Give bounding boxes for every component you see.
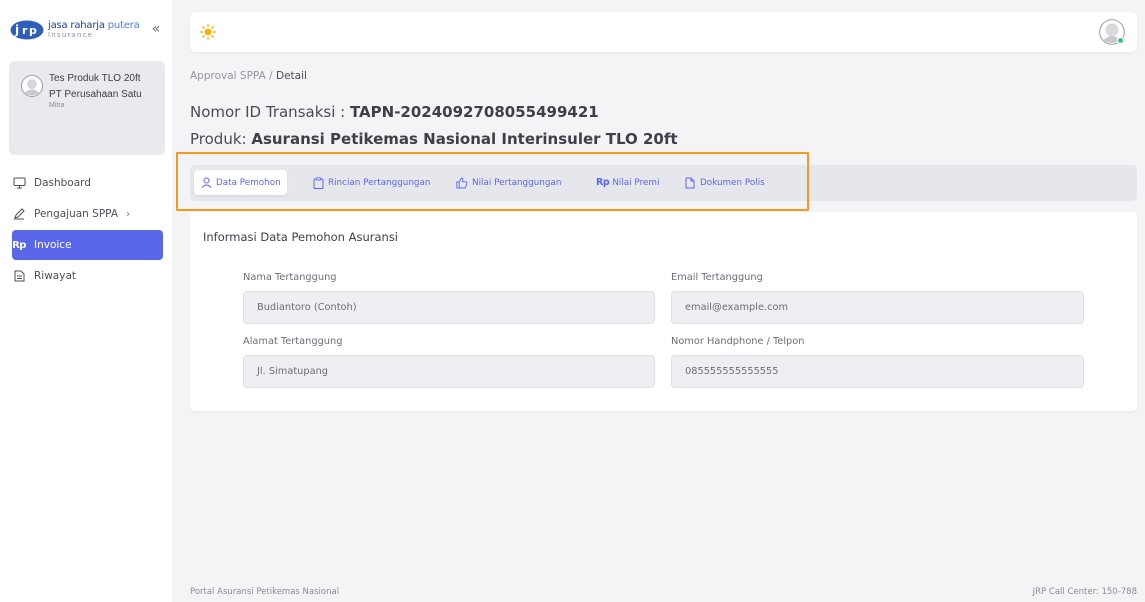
- pencil-icon: [12, 207, 26, 221]
- tab-nilai-pertanggungan[interactable]: Nilai Pertanggungan: [450, 170, 567, 195]
- svg-text:j: j: [14, 23, 19, 37]
- sidebar-collapse-button[interactable]: «: [147, 22, 165, 38]
- tab-nilai-premi[interactable]: Rp Nilai Premi: [590, 170, 665, 195]
- brand-subtitle: Insurance: [48, 31, 94, 39]
- breadcrumb-current: Detail: [276, 70, 307, 82]
- thumbs-up-icon: [456, 177, 468, 189]
- transaction-id-heading: Nomor ID Transaksi : TAPN-20240927080554…: [190, 103, 599, 121]
- sidebar-item-label: Dashboard: [34, 177, 91, 189]
- brand-name: jasa raharja putera: [48, 20, 140, 31]
- product-heading: Produk: Asuransi Petikemas Nasional Inte…: [190, 130, 678, 148]
- sidebar-item-label: Invoice: [34, 239, 72, 251]
- sidebar-item-label: Riwayat: [34, 270, 76, 282]
- product-value: Asuransi Petikemas Nasional Interinsuler…: [251, 130, 678, 148]
- avatar-icon: [21, 75, 43, 97]
- user-avatar-icon[interactable]: [1099, 19, 1125, 45]
- profile-card: Tes Produk TLO 20ft PT Perusahaan Satu M…: [9, 61, 165, 155]
- footer-call-center: JRP Call Center: 150-788: [1032, 587, 1137, 597]
- applicant-info-card: Informasi Data Pemohon Asuransi Nama Ter…: [190, 212, 1137, 411]
- footer-portal-name: Portal Asuransi Petikemas Nasional: [190, 587, 340, 597]
- top-header: [190, 12, 1137, 52]
- rupiah-icon: Rp: [596, 177, 610, 188]
- sun-icon[interactable]: [200, 24, 216, 40]
- document-icon: [12, 269, 26, 283]
- svg-text:r: r: [22, 24, 28, 37]
- sidebar-item-dashboard[interactable]: Dashboard: [12, 168, 163, 198]
- profile-role: Mitra: [49, 102, 65, 109]
- profile-name: Tes Produk TLO 20ft: [49, 73, 141, 84]
- brand-logo[interactable]: j r p jasa raharja putera Insurance: [10, 12, 165, 48]
- email-tertanggung-field[interactable]: email@example.com: [671, 291, 1084, 324]
- rupiah-icon: Rp: [12, 239, 26, 251]
- field-label-email: Email Tertanggung: [671, 272, 763, 283]
- svg-text:p: p: [29, 24, 37, 37]
- user-icon: [200, 177, 212, 189]
- card-title: Informasi Data Pemohon Asuransi: [203, 230, 399, 244]
- monitor-icon: [12, 176, 26, 190]
- nomor-telpon-field[interactable]: 085555555555555: [671, 355, 1084, 388]
- sidebar: j r p jasa raharja putera Insurance « Te…: [0, 0, 172, 602]
- alamat-tertanggung-field[interactable]: Jl. Simatupang: [243, 355, 655, 388]
- tab-rincian-pertanggungan[interactable]: Rincian Pertanggungan: [306, 170, 436, 195]
- profile-company: PT Perusahaan Satu: [49, 89, 142, 100]
- field-label-alamat: Alamat Tertanggung: [243, 336, 343, 347]
- file-icon: [684, 177, 696, 189]
- breadcrumb: Approval SPPA / Detail: [190, 70, 307, 82]
- breadcrumb-parent[interactable]: Approval SPPA: [190, 70, 266, 82]
- sidebar-item-pengajuan-sppa[interactable]: Pengajuan SPPA ›: [12, 199, 163, 229]
- sidebar-item-riwayat[interactable]: Riwayat: [12, 261, 163, 291]
- detail-tabs: Data Pemohon Rincian Pertanggungan Nilai…: [190, 165, 1137, 201]
- tab-dokumen-polis[interactable]: Dokumen Polis: [678, 170, 771, 195]
- chevron-right-icon: ›: [126, 208, 131, 220]
- clipboard-icon: [312, 176, 324, 189]
- sidebar-nav: Dashboard Pengajuan SPPA › Rp Invoice Ri…: [12, 168, 163, 292]
- field-label-nama: Nama Tertanggung: [243, 272, 337, 283]
- tab-data-pemohon[interactable]: Data Pemohon: [194, 170, 287, 195]
- jrp-logo-icon: j r p: [10, 20, 44, 40]
- transaction-id-value: TAPN-2024092708055499421: [349, 103, 599, 121]
- field-label-telpon: Nomor Handphone / Telpon: [671, 336, 805, 347]
- nama-tertanggung-field[interactable]: Budiantoro (Contoh): [243, 291, 655, 324]
- sidebar-item-label: Pengajuan SPPA: [34, 208, 119, 220]
- sidebar-item-invoice[interactable]: Rp Invoice: [12, 230, 163, 260]
